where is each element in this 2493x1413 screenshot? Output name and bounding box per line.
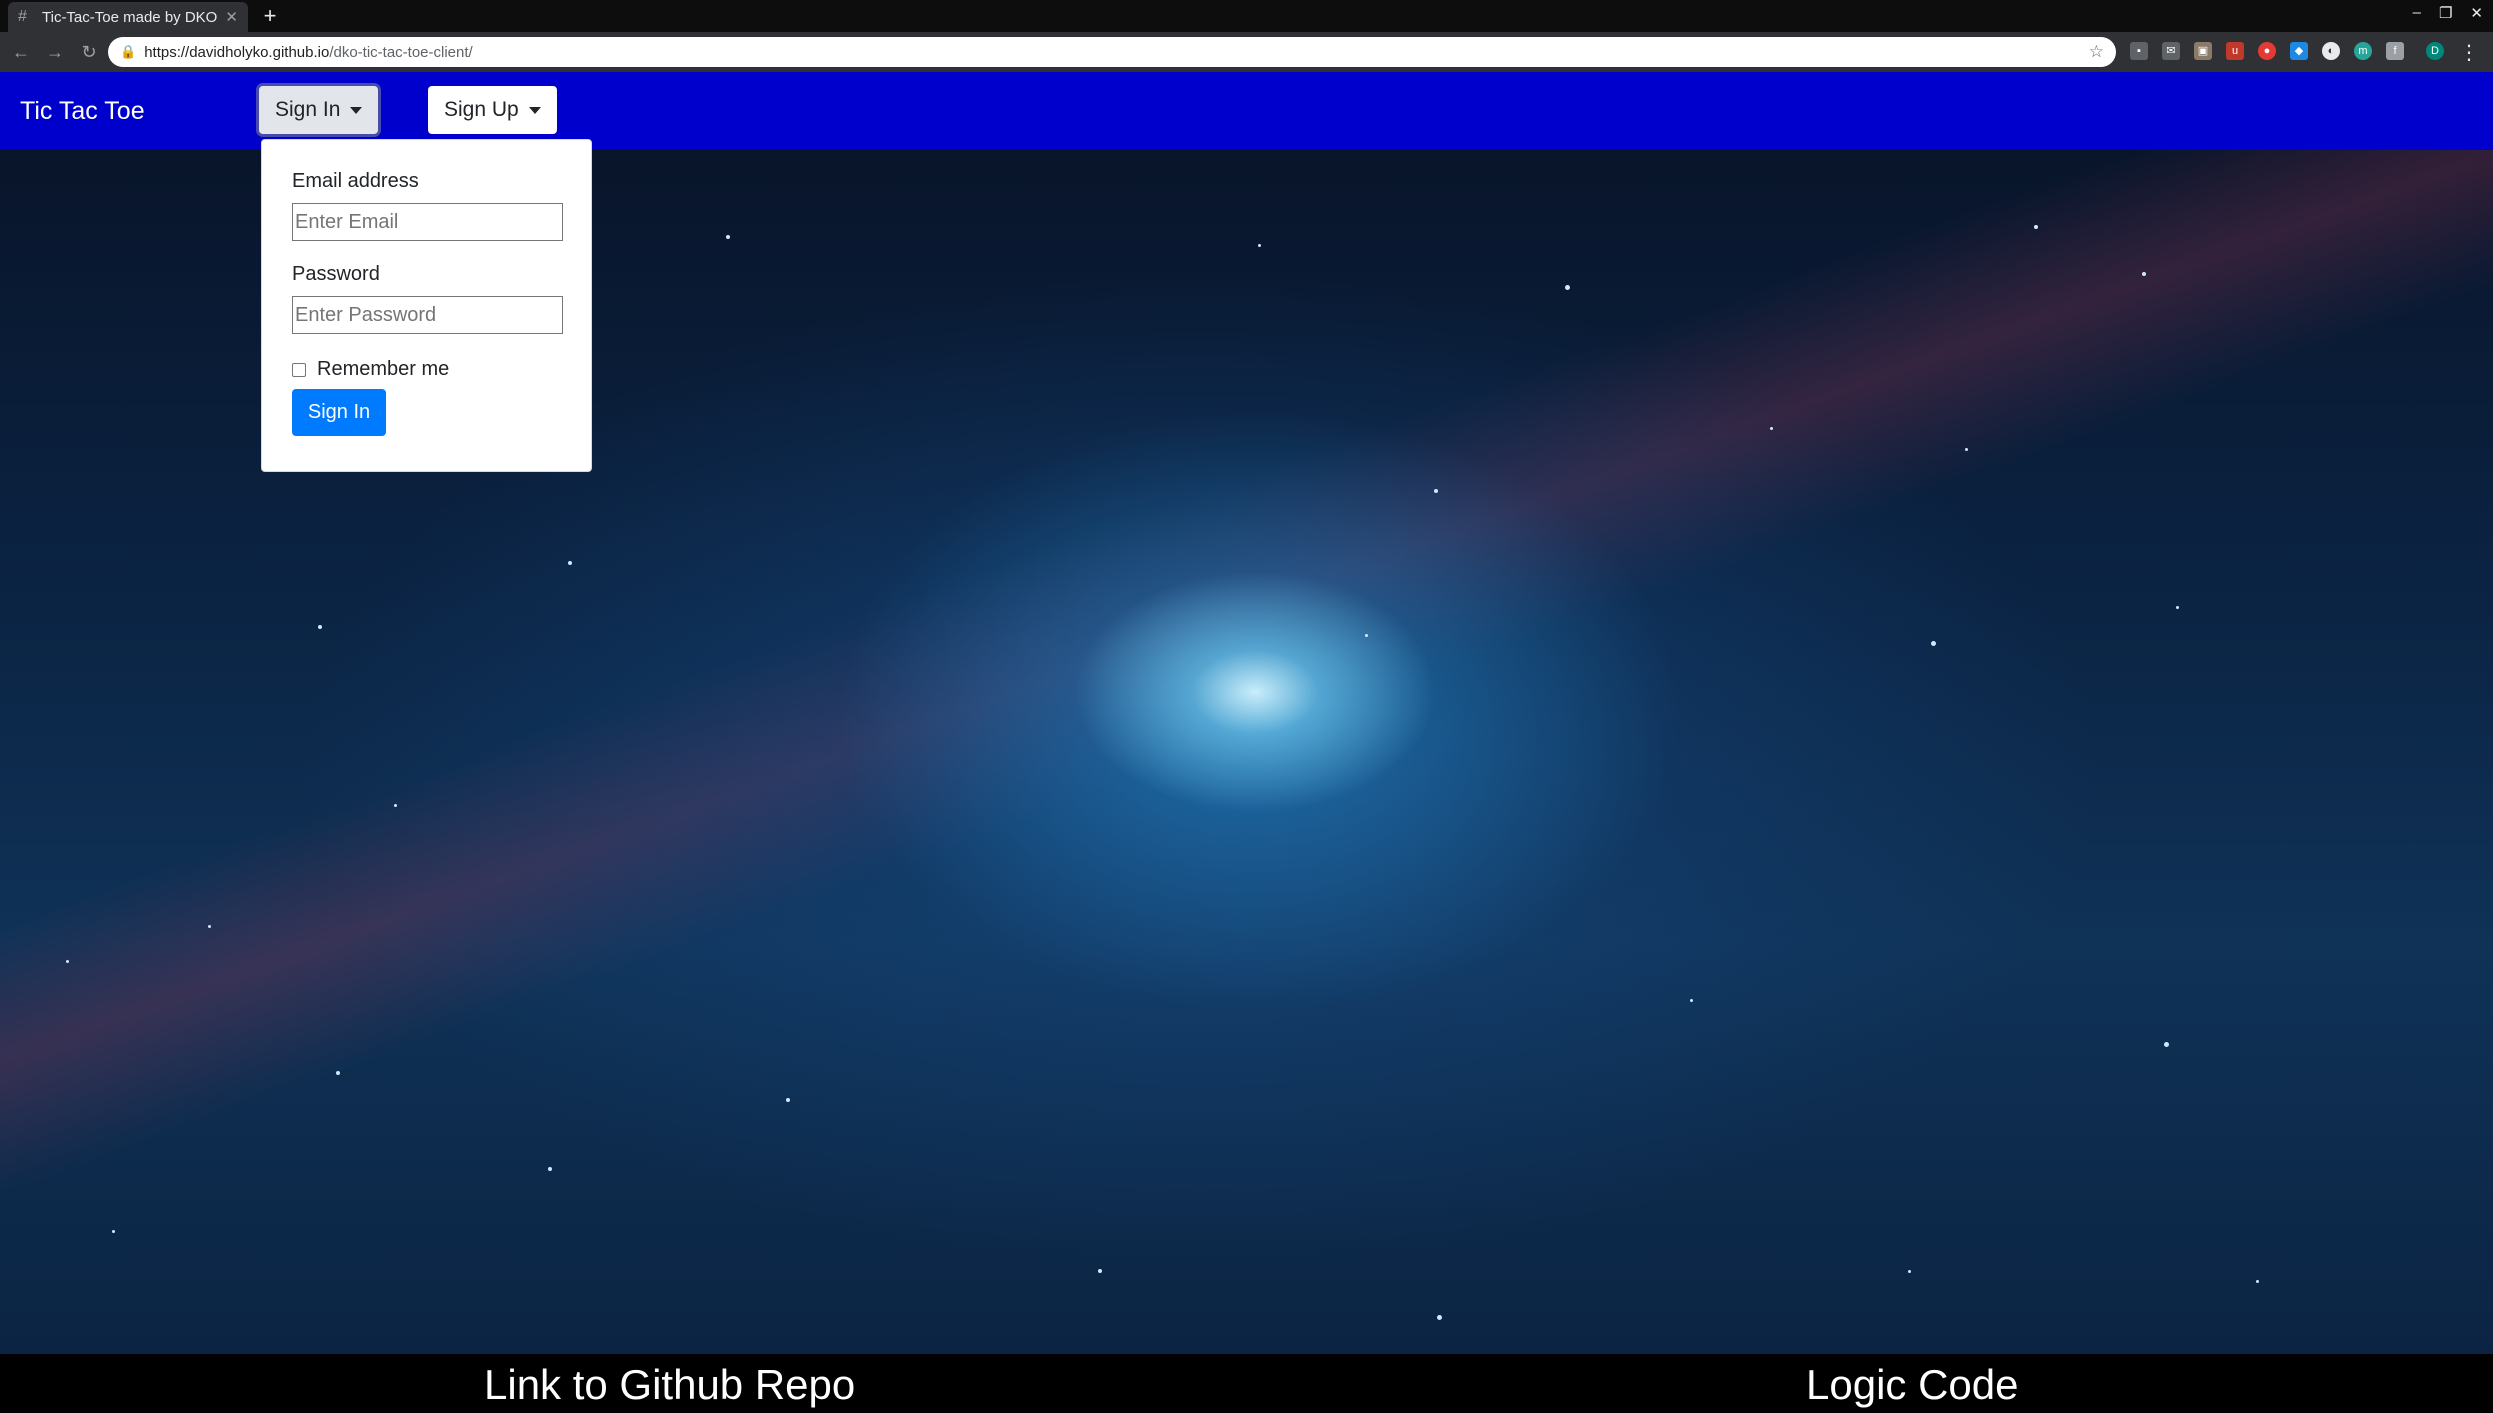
f-extension-icon[interactable]: f <box>2386 42 2404 60</box>
remember-me-row: Remember me <box>292 358 561 381</box>
new-tab-button[interactable]: + <box>258 4 282 28</box>
star-dot <box>2176 606 2179 609</box>
star-dot <box>786 1098 790 1102</box>
star-dot <box>2164 1042 2169 1047</box>
star-dot <box>1908 1270 1911 1273</box>
extension-icons: ▪ ✉ ▣ u ● ◆ ◐ m f D <box>2130 42 2444 60</box>
star-dot <box>2034 225 2038 229</box>
profile-avatar[interactable]: D <box>2426 42 2444 60</box>
minimize-icon[interactable]: – <box>2413 4 2421 22</box>
star-dot <box>2256 1280 2259 1283</box>
remember-me-checkbox[interactable] <box>292 362 306 377</box>
star-dot <box>1690 999 1693 1002</box>
browser-tab[interactable]: # Tic-Tac-Toe made by DKO ✕ <box>8 2 248 32</box>
remember-me-label: Remember me <box>317 358 450 380</box>
bookmark-star-icon[interactable]: ☆ <box>2089 42 2104 62</box>
brand-title: Tic Tac Toe <box>20 97 145 125</box>
star-dot <box>66 960 69 963</box>
star-dot <box>1365 634 1368 637</box>
star-dot <box>1965 448 1968 451</box>
browser-toolbar: ← → ↻ 🔒 https://davidholyko.github.io/dk… <box>0 32 2493 72</box>
lock-icon: 🔒 <box>120 44 137 59</box>
password-label: Password <box>292 263 380 285</box>
github-repo-link[interactable]: Link to Github Repo <box>484 1362 855 1408</box>
star-dot <box>1258 244 1261 247</box>
puzzle-extension-icon[interactable]: ▣ <box>2194 42 2212 60</box>
star-dot <box>548 1167 552 1171</box>
chat-extension-icon[interactable]: ▪ <box>2130 42 2148 60</box>
sign-up-toggle-label: Sign Up <box>444 98 519 121</box>
star-dot <box>1434 489 1438 493</box>
star-dot <box>1565 285 1570 290</box>
mail-extension-icon[interactable]: ✉ <box>2162 42 2180 60</box>
page-footer: Link to Github Repo Logic Code <box>0 1354 2493 1413</box>
circle-extension-icon[interactable]: ◐ <box>2322 42 2340 60</box>
star-dot <box>1098 1269 1102 1273</box>
tab-title: Tic-Tac-Toe made by DKO <box>42 8 218 26</box>
star-dot <box>394 804 397 807</box>
m-extension-icon[interactable]: m <box>2354 42 2372 60</box>
address-bar[interactable]: 🔒 https://davidholyko.github.io/dko-tic-… <box>108 37 2116 67</box>
star-dot <box>2142 272 2146 276</box>
browser-tabstrip: # Tic-Tac-Toe made by DKO ✕ + – ❐ ✕ <box>0 0 2493 32</box>
star-dot <box>112 1230 115 1233</box>
forward-icon[interactable]: → <box>42 39 68 65</box>
star-dot <box>318 625 322 629</box>
caret-down-icon <box>350 106 363 114</box>
star-dot <box>1931 641 1936 646</box>
url-host: https://davidholyko.github.io <box>144 43 330 61</box>
reload-icon[interactable]: ↻ <box>76 39 102 65</box>
sign-up-dropdown-toggle[interactable]: Sign Up <box>428 86 557 134</box>
star-dot <box>726 235 730 239</box>
window-controls: – ❐ ✕ <box>2413 4 2483 22</box>
restore-icon[interactable]: ❐ <box>2439 4 2452 22</box>
password-input[interactable] <box>292 296 563 334</box>
close-window-icon[interactable]: ✕ <box>2470 4 2483 22</box>
hash-icon: # <box>18 8 27 25</box>
sign-in-dropdown-toggle[interactable]: Sign In <box>259 86 379 134</box>
dropbox-extension-icon[interactable]: ◆ <box>2290 42 2308 60</box>
sign-in-submit-button[interactable]: Sign In <box>292 389 386 436</box>
url-path: /dko-tic-tac-toe-client/ <box>329 43 473 61</box>
record-extension-icon[interactable]: ● <box>2258 42 2276 60</box>
back-icon[interactable]: ← <box>8 39 34 65</box>
star-dot <box>1437 1315 1442 1320</box>
star-dot <box>208 925 211 928</box>
sign-in-dropdown-menu: Email address Password Remember me Sign … <box>261 139 592 472</box>
caret-down-icon <box>528 106 541 114</box>
email-input[interactable] <box>292 203 563 241</box>
email-label: Email address <box>292 170 419 192</box>
page-viewport: Tic Tac Toe Sign In Sign Up Email addres… <box>0 72 2493 1413</box>
star-dot <box>336 1071 340 1075</box>
ublock-extension-icon[interactable]: u <box>2226 42 2244 60</box>
sign-in-toggle-label: Sign In <box>275 98 341 121</box>
close-tab-icon[interactable]: ✕ <box>225 8 238 26</box>
logic-code-link[interactable]: Logic Code <box>1806 1362 2018 1408</box>
star-dot <box>568 561 572 565</box>
star-dot <box>1770 427 1773 430</box>
kebab-menu-icon[interactable]: ⋮ <box>2459 40 2479 65</box>
